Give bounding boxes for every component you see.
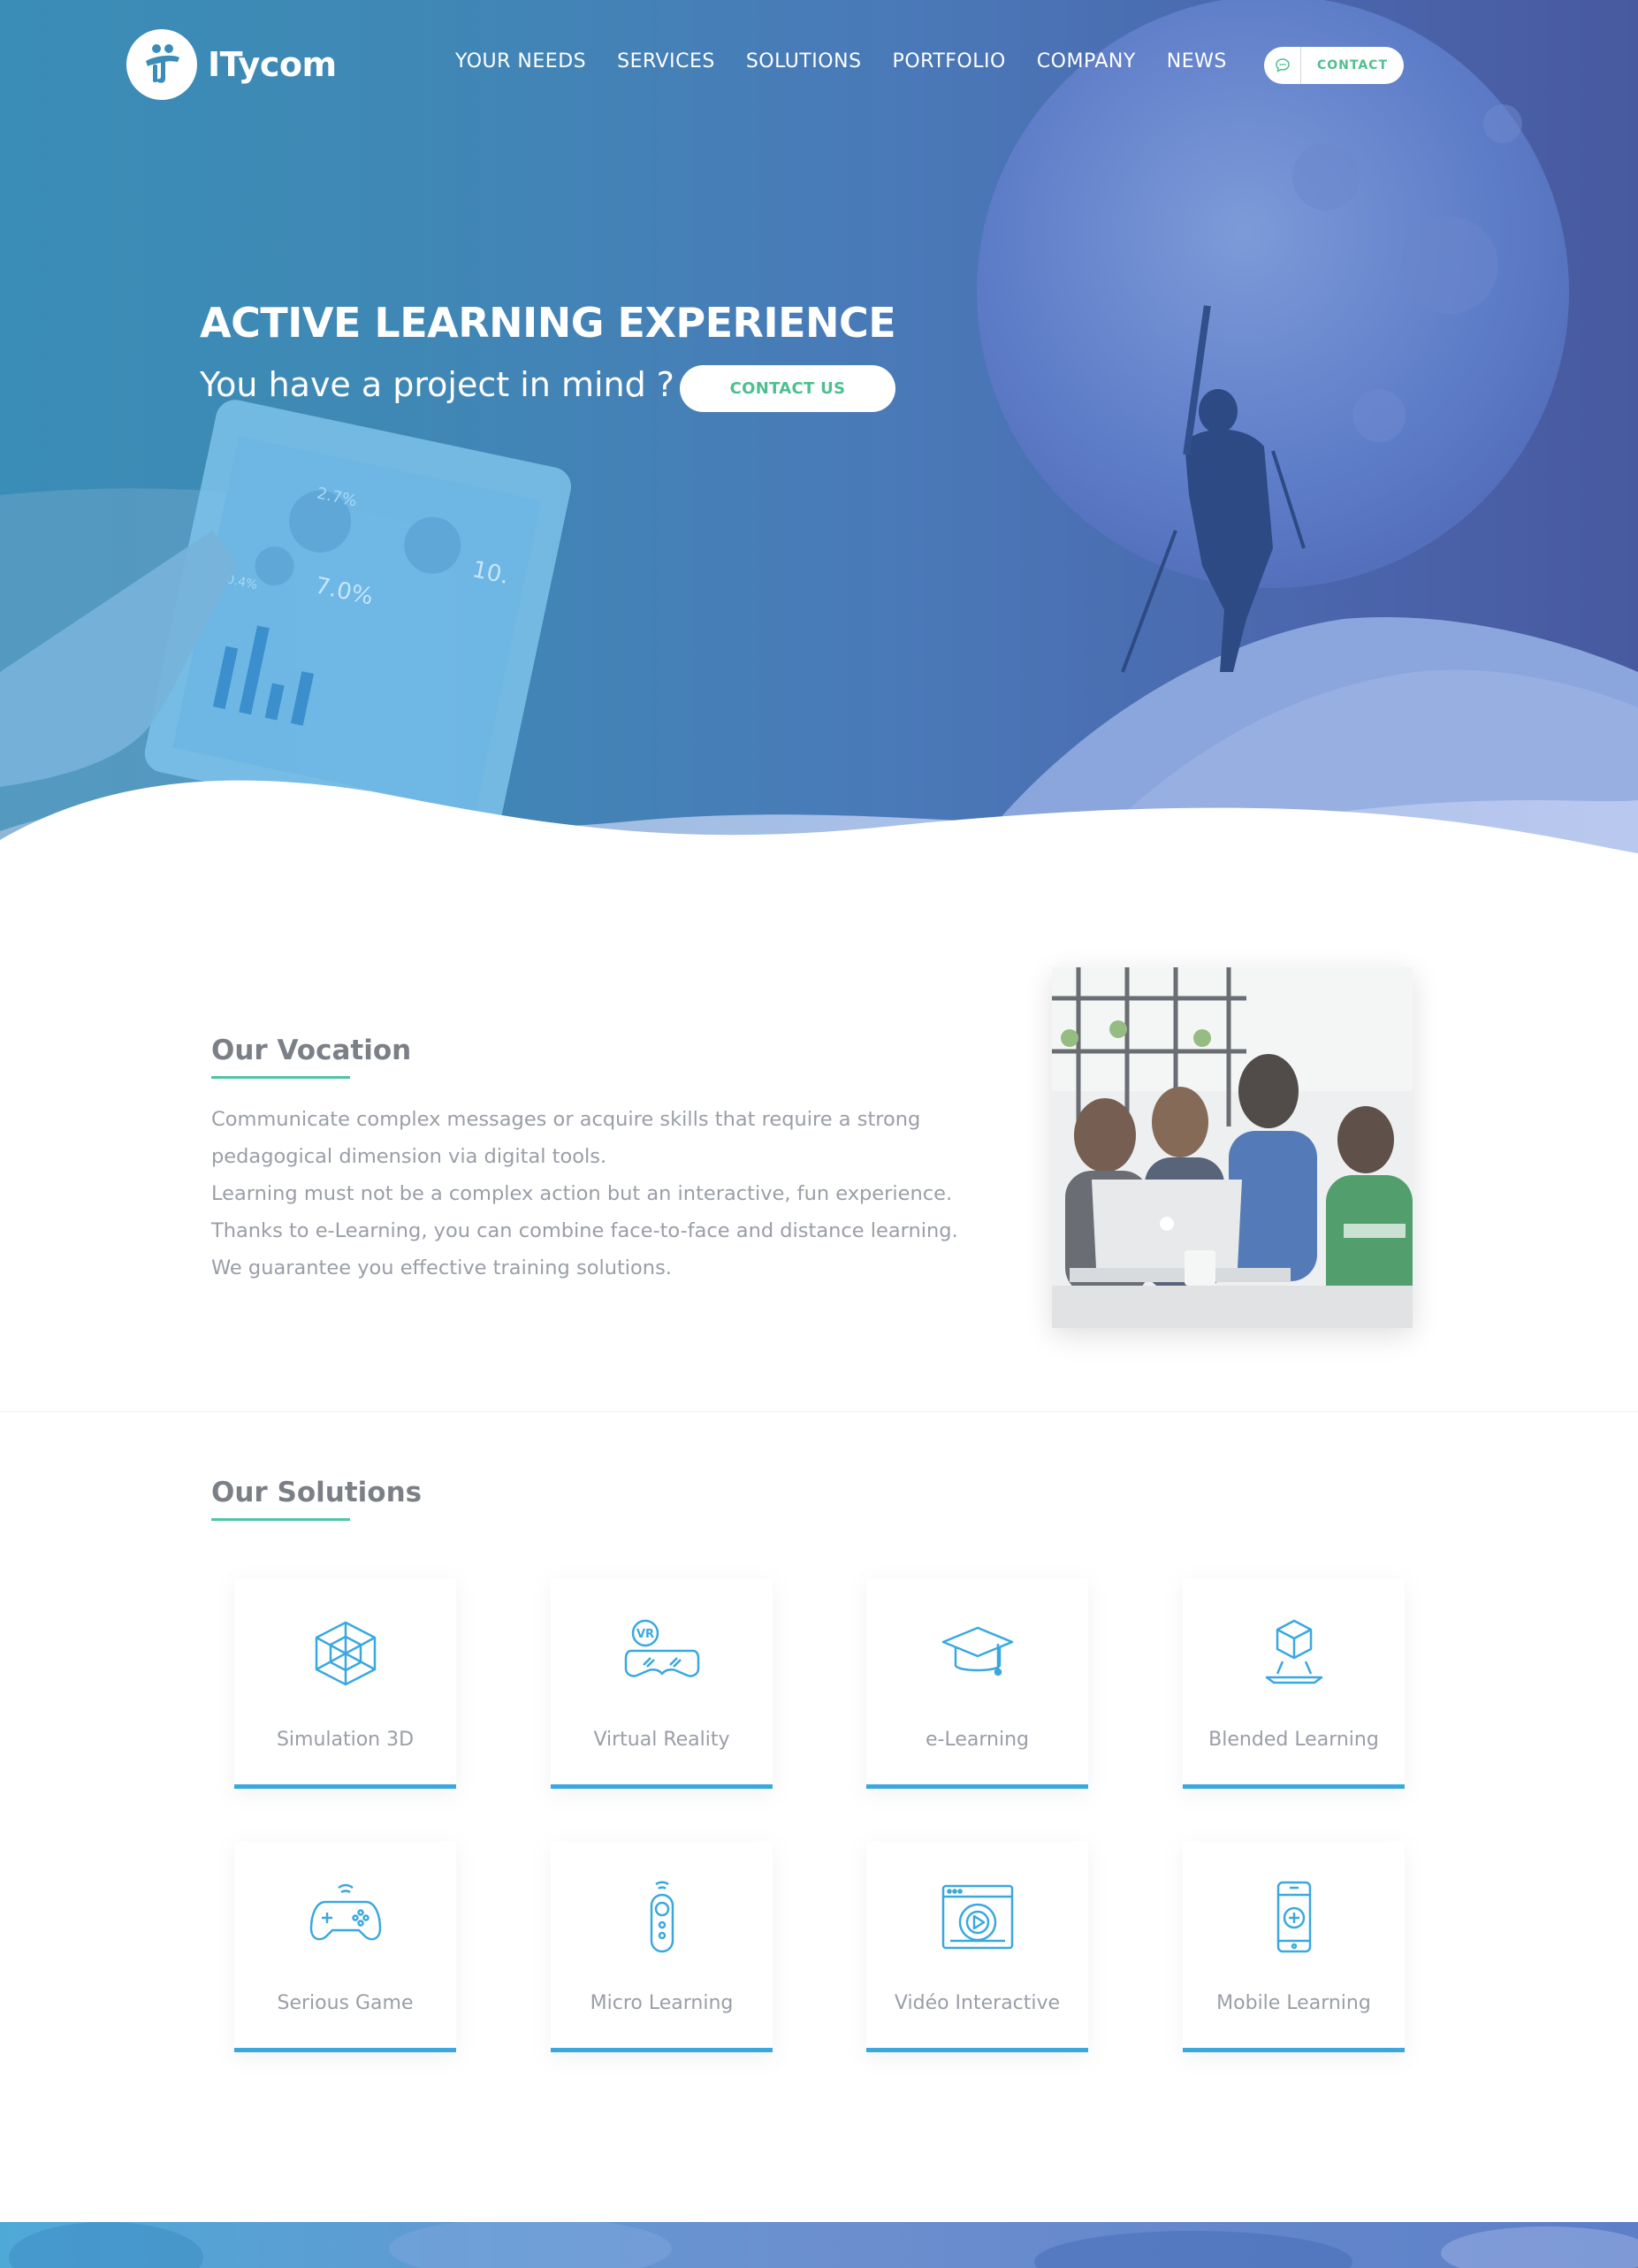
card-accent-bar xyxy=(866,1784,1088,1789)
card-accent-bar xyxy=(234,1784,456,1789)
solution-card-micro-learning[interactable]: Micro Learning xyxy=(551,1842,773,2052)
vocation-line: Thanks to e-Learning, you can combine fa… xyxy=(211,1219,958,1242)
team-photo xyxy=(1052,967,1413,1328)
svg-text:VR: VR xyxy=(636,1628,653,1641)
video-player-icon xyxy=(941,1884,1013,1950)
solutions-underline xyxy=(211,1518,350,1521)
card-accent-bar xyxy=(866,2048,1088,2052)
card-accent-bar xyxy=(1183,2048,1405,2052)
card-accent-bar xyxy=(551,1784,773,1789)
cube-3d-icon xyxy=(315,1621,376,1686)
nav-news[interactable]: NEWS xyxy=(1167,50,1227,73)
card-accent-bar xyxy=(234,2048,456,2052)
card-accent-bar xyxy=(551,2048,773,2052)
gamepad-icon xyxy=(309,1883,381,1941)
chat-bubble-icon xyxy=(1264,47,1301,84)
nav-company[interactable]: COMPANY xyxy=(1037,50,1136,73)
hologram-cube-icon xyxy=(1265,1619,1322,1684)
solution-label: Mobile Learning xyxy=(1216,1992,1371,2014)
smartphone-game-icon xyxy=(1276,1881,1311,1953)
menu: YOUR NEEDS SERVICES SOLUTIONS PORTFOLIO … xyxy=(455,50,1258,73)
nav-services[interactable]: SERVICES xyxy=(617,50,715,73)
vocation-text: Communicate complex messages or acquire … xyxy=(211,1101,989,1287)
nav-your-needs[interactable]: YOUR NEEDS xyxy=(455,50,586,73)
vocation-line: We guarantee you effective training solu… xyxy=(211,1256,672,1279)
nav-contact-button[interactable]: CONTACT xyxy=(1264,47,1404,84)
solutions-title: Our Solutions xyxy=(211,1477,423,1508)
vocation-line: pedagogical dimension via digital tools. xyxy=(211,1145,607,1168)
solution-label: Serious Game xyxy=(277,1992,414,2014)
logo-text: ITycom xyxy=(208,45,337,84)
solution-card-blended-learning[interactable]: Blended Learning xyxy=(1183,1578,1405,1789)
solution-card-video-interactive[interactable]: Vidéo Interactive xyxy=(866,1842,1088,2052)
solution-card-simulation-3d[interactable]: Simulation 3D xyxy=(234,1578,456,1789)
hero-title: ACTIVE LEARNING EXPERIENCE xyxy=(200,299,896,347)
next-section-banner xyxy=(0,2222,1638,2268)
logo[interactable]: ITycom xyxy=(126,29,337,100)
nav-contact-label: CONTACT xyxy=(1316,58,1388,73)
solution-label: e-Learning xyxy=(926,1729,1029,1751)
contact-us-button[interactable]: CONTACT US xyxy=(680,365,895,412)
logo-icon xyxy=(126,29,197,100)
hero-section: 2.7% 10. 7.0% 0.4% ITycom YOUR NEEDS SER… xyxy=(0,0,1638,875)
solution-label: Blended Learning xyxy=(1208,1729,1379,1751)
vocation-title: Our Vocation xyxy=(211,1035,412,1066)
vr-headset-icon: VR xyxy=(624,1619,699,1677)
solution-label: Micro Learning xyxy=(590,1992,734,2014)
main-navigation: ITycom YOUR NEEDS SERVICES SOLUTIONS POR… xyxy=(0,0,1638,133)
solution-label: Virtual Reality xyxy=(593,1729,730,1751)
vocation-line: Learning must not be a complex action bu… xyxy=(211,1182,953,1205)
solution-card-virtual-reality[interactable]: VR Virtual Reality xyxy=(551,1578,773,1789)
vocation-line: Communicate complex messages or acquire … xyxy=(211,1108,921,1131)
solution-label: Vidéo Interactive xyxy=(894,1992,1061,2014)
vocation-underline xyxy=(211,1076,350,1079)
nav-solutions[interactable]: SOLUTIONS xyxy=(746,50,862,73)
card-accent-bar xyxy=(1183,1784,1405,1789)
hero-subtitle: You have a project in mind ? xyxy=(200,365,674,404)
section-divider xyxy=(0,1411,1638,1412)
remote-control-icon xyxy=(650,1881,674,1953)
solution-label: Simulation 3D xyxy=(276,1729,415,1751)
solution-card-mobile-learning[interactable]: Mobile Learning xyxy=(1183,1842,1405,2052)
solution-card-serious-game[interactable]: Serious Game xyxy=(234,1842,456,2052)
graduation-cap-icon xyxy=(941,1626,1013,1676)
solution-card-e-learning[interactable]: e-Learning xyxy=(866,1578,1088,1789)
nav-portfolio[interactable]: PORTFOLIO xyxy=(893,50,1006,73)
